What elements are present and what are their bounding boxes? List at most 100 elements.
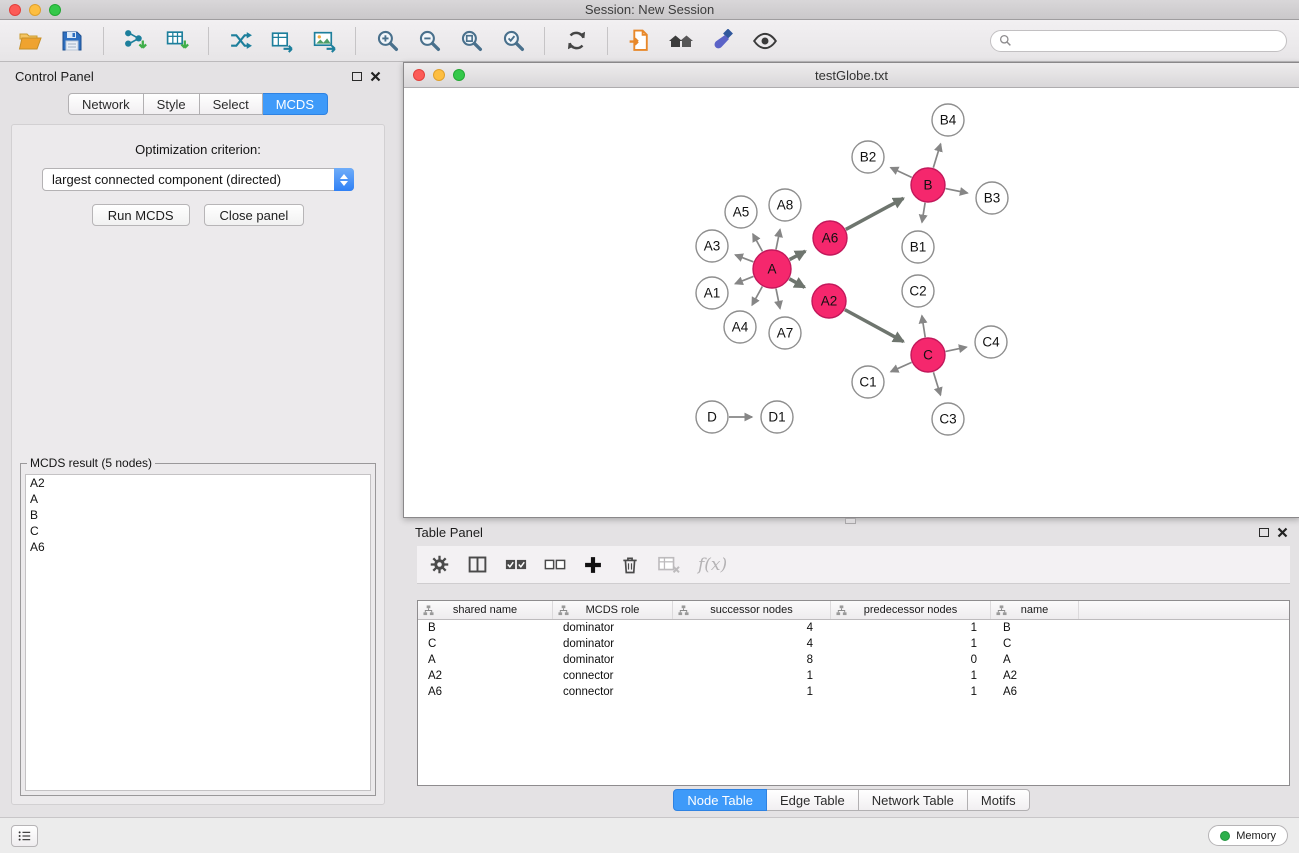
table-row[interactable]: Cdominator41C [418,636,1289,652]
node-D1[interactable]: D1 [761,401,793,433]
close-panel-button[interactable]: Close panel [204,204,305,226]
table-row[interactable]: Adominator80A [418,652,1289,668]
table-options-button[interactable] [429,550,450,580]
mcds-result-list[interactable]: A2ABCA6 [25,474,371,791]
show-hide-button[interactable] [747,24,783,58]
edge-B-B3[interactable] [946,189,968,193]
node-A4[interactable]: A4 [724,311,756,343]
zoom-in-button[interactable] [369,24,405,58]
edge-A-A3[interactable] [735,255,753,262]
optimization-dropdown[interactable]: largest connected component (directed) [42,168,354,191]
tab-network[interactable]: Network [68,93,144,115]
delete-table-button[interactable] [657,550,681,580]
zoom-out-button[interactable] [411,24,447,58]
show-columns-button[interactable] [467,550,488,580]
column-header-successor-nodes[interactable]: successor nodes [673,601,831,619]
tab-mcds[interactable]: MCDS [263,93,328,115]
node-A1[interactable]: A1 [696,277,728,309]
column-header-shared-name[interactable]: shared name [418,601,553,619]
close-table-panel-icon[interactable] [1277,527,1288,538]
edge-B-B4[interactable] [933,144,940,168]
zoom-fit-button[interactable] [453,24,489,58]
task-history-button[interactable] [11,825,38,847]
result-item[interactable]: A2 [26,475,370,491]
close-panel-icon[interactable] [370,71,381,82]
edge-C-C1[interactable] [891,362,912,371]
node-B4[interactable]: B4 [932,104,964,136]
zoom-selected-button[interactable] [495,24,531,58]
run-mcds-button[interactable]: Run MCDS [92,204,190,226]
node-D[interactable]: D [696,401,728,433]
node-C2[interactable]: C2 [902,275,934,307]
node-A2[interactable]: A2 [812,284,846,318]
search-input[interactable] [1017,33,1278,49]
deselect-all-button[interactable] [544,550,566,580]
node-C3[interactable]: C3 [932,403,964,435]
edge-B-B2[interactable] [891,168,912,178]
import-table-button[interactable] [159,24,195,58]
function-builder-icon[interactable]: f(x) [698,555,727,575]
edge-A6-B[interactable] [846,198,904,229]
float-table-panel-icon[interactable] [1259,528,1269,537]
search-field[interactable] [990,30,1287,52]
edge-C-C2[interactable] [922,316,925,338]
edge-A-A2[interactable] [789,279,804,288]
tab-node-table[interactable]: Node Table [673,789,767,811]
export-image-button[interactable] [306,24,342,58]
column-header-predecessor-nodes[interactable]: predecessor nodes [831,601,991,619]
table-row[interactable]: A2connector11A2 [418,668,1289,684]
table-row[interactable]: A6connector11A6 [418,684,1289,700]
node-A5[interactable]: A5 [725,196,757,228]
tab-edge-table[interactable]: Edge Table [767,789,859,811]
tab-network-table[interactable]: Network Table [859,789,968,811]
table-row[interactable]: Bdominator41B [418,620,1289,636]
edge-A-A7[interactable] [776,289,780,309]
tab-select[interactable]: Select [200,93,263,115]
tab-style[interactable]: Style [144,93,200,115]
edge-A-A8[interactable] [776,230,780,250]
node-A7[interactable]: A7 [769,317,801,349]
export-table-button[interactable] [264,24,300,58]
result-item[interactable]: A6 [26,539,370,555]
node-A[interactable]: A [753,250,791,288]
network-window-titlebar[interactable]: testGlobe.txt [404,63,1299,88]
node-B[interactable]: B [911,168,945,202]
edge-A-A1[interactable] [735,276,753,283]
import-network-button[interactable] [117,24,153,58]
column-header-mcds-role[interactable]: MCDS role [553,601,673,619]
open-session-button[interactable] [12,24,48,58]
edge-C-C3[interactable] [933,372,940,395]
result-item[interactable]: B [26,507,370,523]
add-column-button[interactable] [583,550,603,580]
delete-column-button[interactable] [620,550,640,580]
edge-C-C4[interactable] [946,347,967,351]
node-A6[interactable]: A6 [813,221,847,255]
edge-A2-C[interactable] [845,310,904,342]
node-A8[interactable]: A8 [769,189,801,221]
style-brush-button[interactable] [705,24,741,58]
refresh-view-button[interactable] [558,24,594,58]
select-all-button[interactable] [505,550,527,580]
edge-A-A5[interactable] [753,234,763,251]
save-session-button[interactable] [54,24,90,58]
edge-A-A4[interactable] [752,287,762,306]
node-B1[interactable]: B1 [902,231,934,263]
network-canvas[interactable]: A A6 A2 B C A5 A8 A3 A1A4 A7 B2 B4 B3 B1 C2 C4 C1 C3 D D1 [404,88,1299,517]
float-panel-icon[interactable] [352,72,362,81]
tab-motifs[interactable]: Motifs [968,789,1030,811]
node-A3[interactable]: A3 [696,230,728,262]
node-C4[interactable]: C4 [975,326,1007,358]
network-home-button[interactable] [663,24,699,58]
memory-button[interactable]: Memory [1208,825,1288,846]
result-item[interactable]: C [26,523,370,539]
column-header-name[interactable]: name [991,601,1079,619]
edge-A-A6[interactable] [790,251,806,259]
result-item[interactable]: A [26,491,370,507]
document-export-button[interactable] [621,24,657,58]
export-network-button[interactable] [222,24,258,58]
node-B3[interactable]: B3 [976,182,1008,214]
edge-B-B1[interactable] [922,203,925,223]
node-C[interactable]: C [911,338,945,372]
node-C1[interactable]: C1 [852,366,884,398]
node-B2[interactable]: B2 [852,141,884,173]
